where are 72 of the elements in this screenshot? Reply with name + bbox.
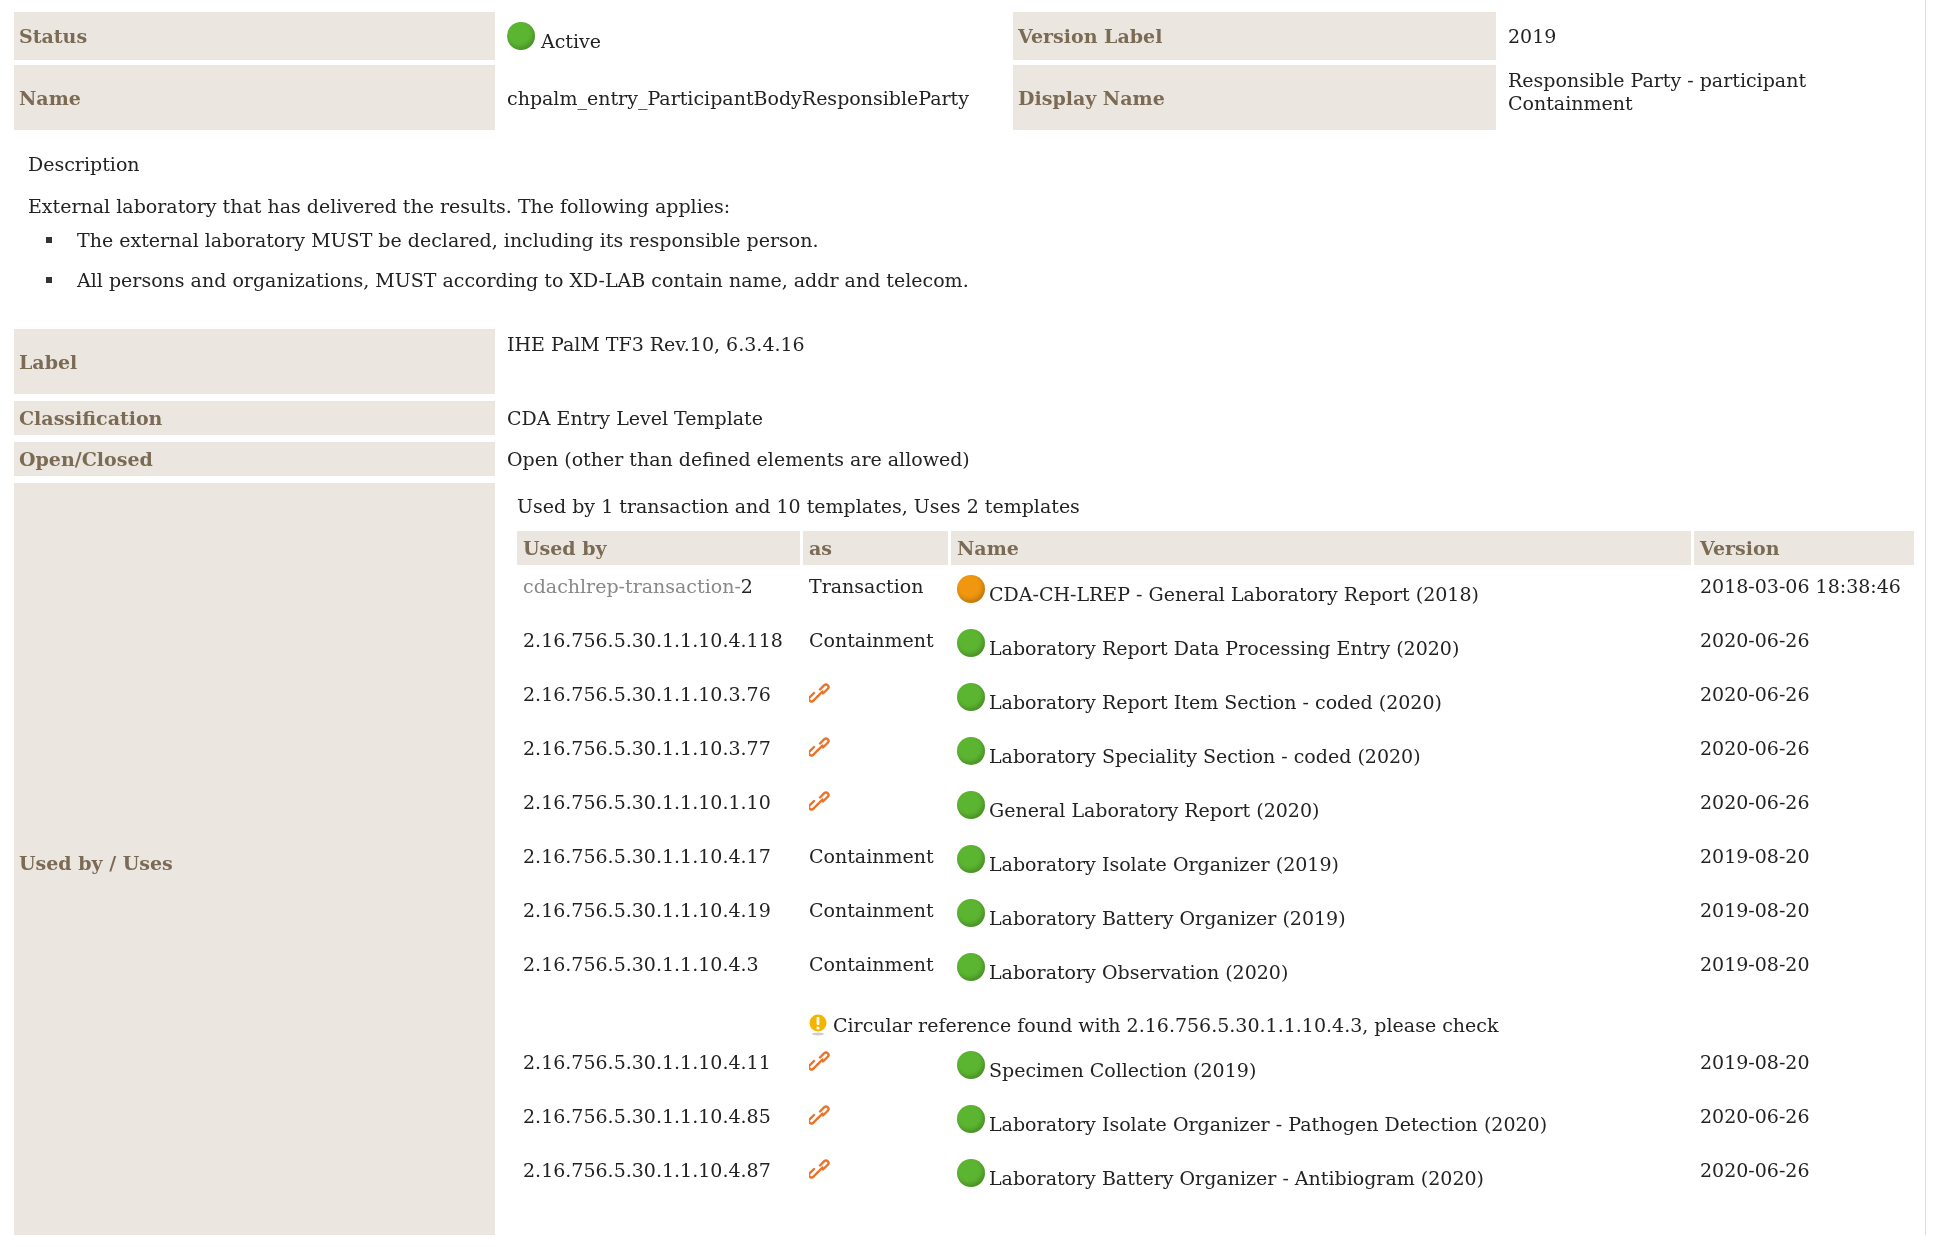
version-value: 2020-06-26 [1700,1105,1810,1127]
link-icon[interactable] [809,683,831,705]
field-label: Status [14,12,495,60]
field-value: Responsible Party - participant Containment [1508,69,1808,115]
usage-type: Transaction [809,575,924,597]
link-icon[interactable] [809,1051,831,1073]
field-label: Version Label [1013,12,1496,60]
template-name: Laboratory Battery Organizer (2019) [989,907,1346,929]
template-name: Laboratory Report Data Processing Entry (2020) [989,637,1460,659]
version-value: 2019-08-20 [1700,1051,1810,1073]
description-text: External laboratory that has delivered the results. The following applies: [28,195,732,217]
template-name: Laboratory Speciality Section - coded (2020) [989,745,1421,767]
used-by-value: 2.16.756.5.30.1.1.10.4.85 [523,1105,771,1127]
template-name: Laboratory Isolate Organizer - Pathogen Detection (2020) [989,1113,1548,1135]
link-icon[interactable] [809,791,831,813]
description-bullet: The external laboratory MUST be declared, including its responsible person. [77,229,819,251]
field-value: 2019 [1508,25,1557,47]
warning-icon [809,1014,827,1036]
usage-type: Containment [809,845,934,867]
usage-type: Containment [809,899,934,921]
field-label: Label [14,329,495,394]
template-name: Specimen Collection (2019) [989,1059,1257,1081]
field-label: Used by / Uses [14,483,495,1235]
field-value: Open (other than defined elements are allowed) [507,448,970,470]
field-value: IHE PalM TF3 Rev.10, 6.3.4.16 [507,333,805,355]
column-header: as [803,531,948,565]
template-name: Laboratory Battery Organizer - Antibiogram (2020) [989,1167,1484,1189]
version-value: 2020-06-26 [1700,629,1810,651]
link-icon[interactable] [809,1105,831,1127]
version-value: 2019-08-20 [1700,899,1810,921]
link-icon[interactable] [809,737,831,759]
bullet-icon [46,237,52,243]
version-value: 2020-06-26 [1700,1159,1810,1181]
version-value: 2019-08-20 [1700,953,1810,975]
template-name: Laboratory Isolate Organizer (2019) [989,853,1339,875]
bullet-icon [46,277,52,283]
field-label: Open/Closed [14,442,495,476]
field-value: chpalm_entry_ParticipantBodyResponsibleParty [507,86,969,109]
used-by-value: 2.16.756.5.30.1.1.10.4.19 [523,899,771,921]
usage-summary: Used by 1 transaction and 10 templates, Uses 2 templates [517,495,1081,517]
version-value: 2020-06-26 [1700,683,1810,705]
field-label: Name [14,65,495,130]
field-label: Classification [14,401,495,435]
template-name: Laboratory Report Item Section - coded (2020) [989,691,1442,713]
column-header: Used by [517,531,800,565]
used-by-value: 2.16.756.5.30.1.1.10.4.17 [523,845,771,867]
warning-message: Circular reference found with 2.16.756.5.30.1.1.10.4.3, please check [833,1014,1499,1036]
used-by-value: 2.16.756.5.30.1.1.10.1.10 [523,791,771,813]
used-by-value: 2.16.756.5.30.1.1.10.4.87 [523,1159,771,1181]
used-by-value: 2.16.756.5.30.1.1.10.3.76 [523,683,771,705]
usage-type: Containment [809,953,934,975]
version-value: 2020-06-26 [1700,737,1810,759]
used-by-value: 2.16.756.5.30.1.1.10.4.11 [523,1051,771,1073]
column-header: Name [951,531,1691,565]
status-value: Active [541,30,602,52]
used-by-value: 2.16.756.5.30.1.1.10.4.118 [523,629,783,651]
version-value: 2020-06-26 [1700,791,1810,813]
usage-type: Containment [809,629,934,651]
link-icon[interactable] [809,1159,831,1181]
template-name: Laboratory Observation (2020) [989,961,1289,983]
field-label: Display Name [1013,65,1496,130]
template-name: CDA-CH-LREP - General Laboratory Report (2018) [989,583,1479,605]
used-by-value: 2.16.756.5.30.1.1.10.4.3 [523,953,759,975]
description-bullet: All persons and organizations, MUST according to XD-LAB contain name, addr and telecom. [77,269,969,291]
used-by-value: 2.16.756.5.30.1.1.10.3.77 [523,737,771,759]
column-header: Version [1694,531,1914,565]
field-value: CDA Entry Level Template [507,407,763,429]
used-by-value[interactable]: cdachlrep-transaction-2 [523,575,753,597]
description-heading: Description [28,153,141,175]
version-value: 2019-08-20 [1700,845,1810,867]
version-value: 2018-03-06 18:38:46 [1700,575,1901,597]
template-name: General Laboratory Report (2020) [989,799,1320,821]
